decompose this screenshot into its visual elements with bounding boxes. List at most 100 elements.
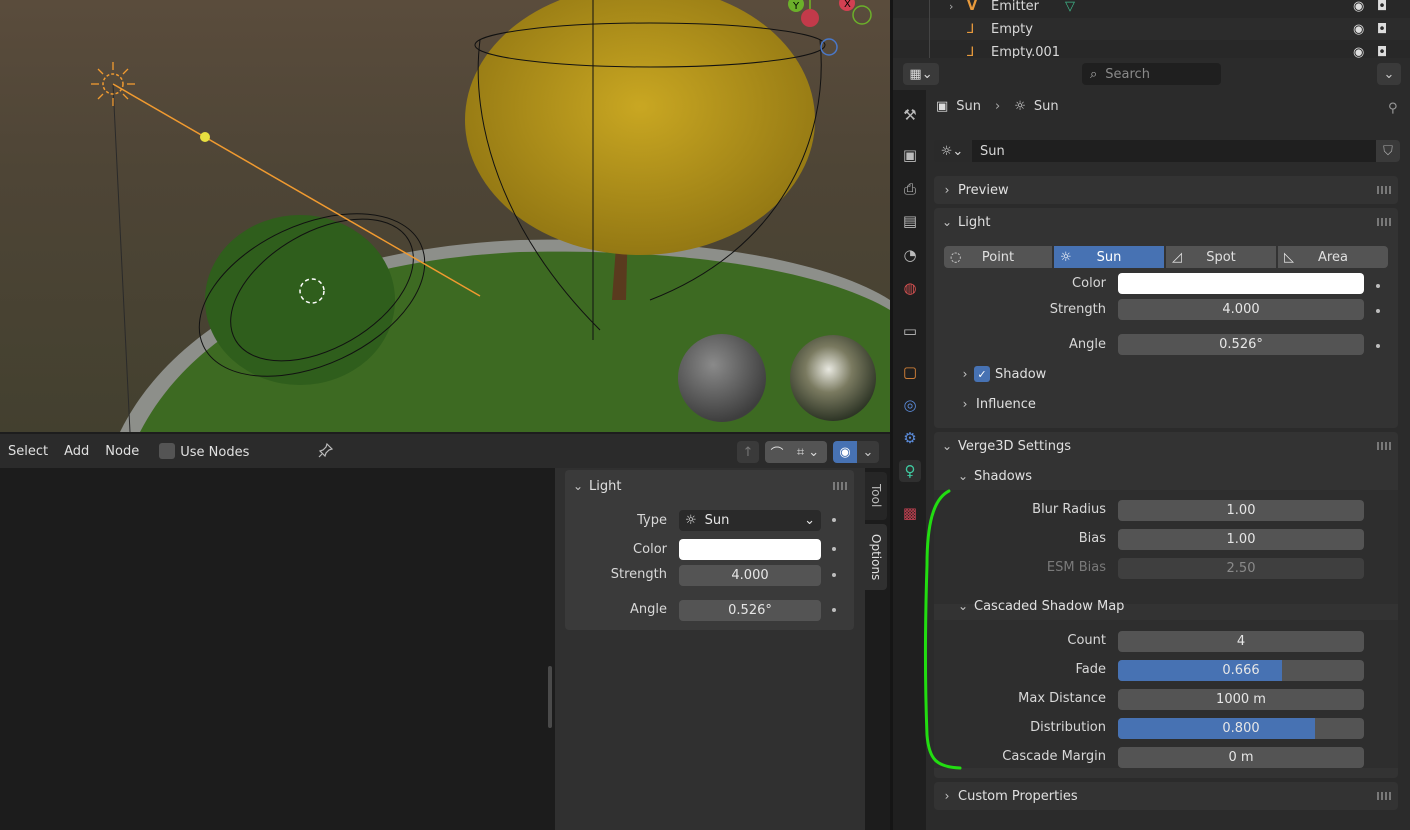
shadows-subpanel-header[interactable]: ⌄ Shadows (956, 466, 1032, 486)
max-distance-field[interactable]: 1000 m (1118, 689, 1364, 710)
node-angle-label: Angle (630, 602, 667, 617)
node-light-title: Light (589, 478, 622, 494)
cascade-margin-value: 0 m (1228, 750, 1254, 765)
pin-icon[interactable] (318, 442, 334, 458)
node-strength-field[interactable]: 4.000 (679, 565, 821, 586)
node-angle-field[interactable]: 0.526° (679, 600, 821, 621)
keyframe-dot[interactable] (1376, 344, 1380, 348)
output-tab-icon[interactable]: ⎙ (899, 178, 921, 200)
preview-panel-header[interactable]: › Preview (940, 176, 1009, 204)
strength-field[interactable]: 4.000 (1118, 299, 1364, 320)
view-layer-tab-icon[interactable]: ▤ (899, 210, 921, 232)
node-light-panel-header[interactable]: ⌄ Light (571, 472, 621, 500)
collection-tab-icon[interactable]: ▭ (899, 320, 921, 342)
light-type-point[interactable]: ◌ Point (944, 246, 1052, 268)
overlays-dropdown-icon[interactable]: ⌄ (857, 441, 879, 463)
snap-grid-dropdown[interactable]: ⌗ ⌄ (789, 441, 827, 463)
reflection-sphere (790, 335, 876, 421)
object-tab-icon[interactable]: ▢ (899, 361, 921, 383)
datablock-name-field[interactable]: Sun (972, 140, 1376, 162)
menu-node[interactable]: Node (97, 444, 147, 459)
verge3d-panel-header[interactable]: ⌄ Verge3D Settings (940, 432, 1071, 460)
keyframe-dot[interactable] (1376, 309, 1380, 313)
3d-viewport[interactable]: Y X (0, 0, 890, 432)
node-type-value: Sun (704, 513, 730, 528)
keyframe-dot[interactable] (832, 608, 836, 612)
eye-icon[interactable]: ◉ (1353, 0, 1364, 14)
eye-icon[interactable]: ◉ (1353, 22, 1364, 37)
eye-icon[interactable]: ◉ (1353, 45, 1364, 59)
diffuse-sphere (678, 334, 766, 422)
cascade-margin-field[interactable]: 0 m (1118, 747, 1364, 768)
node-type-dropdown[interactable]: ☼ Sun ⌄ (679, 510, 821, 531)
sun-handle (200, 132, 210, 142)
node-sidebar-tabs: Tool Options (865, 468, 890, 830)
editor-type-dropdown[interactable]: ▦⌄ (903, 63, 939, 85)
bias-field[interactable]: 1.00 (1118, 529, 1364, 550)
distribution-value: 0.800 (1222, 721, 1260, 736)
count-field[interactable]: 4 (1118, 631, 1364, 652)
camera-icon[interactable]: ◘ (1377, 22, 1387, 37)
outliner-row[interactable]: ⅃ Empty.001 ◉ ◘ (893, 41, 1410, 59)
custom-properties-panel[interactable]: › Custom Properties (934, 782, 1398, 810)
node-color-swatch[interactable] (679, 539, 821, 560)
outliner-row[interactable]: › V Emitter ▽ ◉ ◘ (893, 0, 1410, 17)
light-browse-dropdown[interactable]: ☼⌄ (934, 140, 970, 162)
drag-grip-icon[interactable] (1377, 792, 1391, 800)
csm-subpanel-header[interactable]: ⌄ Cascaded Shadow Map (956, 596, 1124, 616)
scene-tab-icon[interactable]: ◔ (899, 244, 921, 266)
texture-tab-icon[interactable]: ▩ (899, 502, 921, 524)
custom-properties-header[interactable]: › Custom Properties (940, 782, 1078, 810)
empty-object-icon: ⅃ (967, 21, 975, 37)
light-type-sun[interactable]: ☼ Sun (1054, 246, 1164, 268)
light-type-area[interactable]: ◺ Area (1278, 246, 1388, 268)
tab-tool[interactable]: Tool (865, 472, 887, 520)
keyframe-dot[interactable] (832, 518, 836, 522)
drag-grip-icon[interactable] (1377, 442, 1391, 450)
node-editor-canvas[interactable] (0, 468, 555, 830)
angle-label: Angle (1069, 337, 1106, 352)
color-swatch[interactable] (1118, 273, 1364, 294)
chevron-right-icon: › (949, 0, 954, 13)
parent-node-tree-icon[interactable]: ↑ (737, 441, 759, 463)
render-tab-icon[interactable]: ▣ (899, 144, 921, 166)
tab-options[interactable]: Options (865, 524, 887, 590)
physics-tab-icon[interactable]: ◎ (899, 394, 921, 416)
drag-grip-icon[interactable] (1377, 186, 1391, 194)
snap-icon[interactable]: ⌒ (765, 441, 789, 463)
shadow-subpanel-header[interactable]: › ✓ Shadow (958, 364, 1046, 384)
outliner-row[interactable]: ⅃ Empty ◉ ◘ (893, 18, 1410, 40)
use-nodes-checkbox[interactable] (159, 442, 176, 459)
light-data-tab-icon[interactable]: ♀ (899, 460, 921, 482)
use-nodes-toggle[interactable]: Use Nodes (151, 442, 257, 460)
tool-tab-icon[interactable]: ⚒ (899, 104, 921, 126)
light-type-spot[interactable]: ◿ Spot (1166, 246, 1276, 268)
search-input[interactable]: ⌕ Search (1082, 63, 1221, 85)
menu-add[interactable]: Add (56, 444, 97, 459)
camera-icon[interactable]: ◘ (1377, 45, 1387, 59)
drag-grip-icon[interactable] (833, 482, 847, 490)
influence-subpanel-header[interactable]: › Influence (958, 394, 1036, 414)
overlays-icon[interactable]: ◉ (833, 441, 857, 463)
distribution-slider[interactable]: 0.800 (1118, 718, 1364, 739)
preview-panel[interactable]: › Preview (934, 176, 1398, 204)
keyframe-dot[interactable] (832, 573, 836, 577)
fade-slider[interactable]: 0.666 (1118, 660, 1364, 681)
options-dropdown-icon[interactable]: ⌄ (1377, 63, 1401, 85)
menu-select[interactable]: Select (0, 444, 56, 459)
pin-icon[interactable]: ⚲ (1388, 101, 1398, 116)
blur-radius-field[interactable]: 1.00 (1118, 500, 1364, 521)
scrollbar[interactable] (548, 666, 552, 728)
fake-user-shield-icon[interactable]: ⛉ (1376, 140, 1400, 162)
drag-grip-icon[interactable] (1377, 218, 1391, 226)
keyframe-dot[interactable] (1376, 284, 1380, 288)
shadow-checkbox[interactable]: ✓ (974, 366, 990, 382)
angle-field[interactable]: 0.526° (1118, 334, 1364, 355)
constraints-tab-icon[interactable]: ⚙ (899, 427, 921, 449)
keyframe-dot[interactable] (832, 547, 836, 551)
light-panel-header[interactable]: ⌄ Light (940, 208, 990, 236)
preview-title: Preview (958, 182, 1009, 198)
camera-icon[interactable]: ◘ (1377, 0, 1387, 14)
node-strength-label: Strength (610, 567, 667, 582)
world-tab-icon[interactable]: ◍ (899, 277, 921, 299)
